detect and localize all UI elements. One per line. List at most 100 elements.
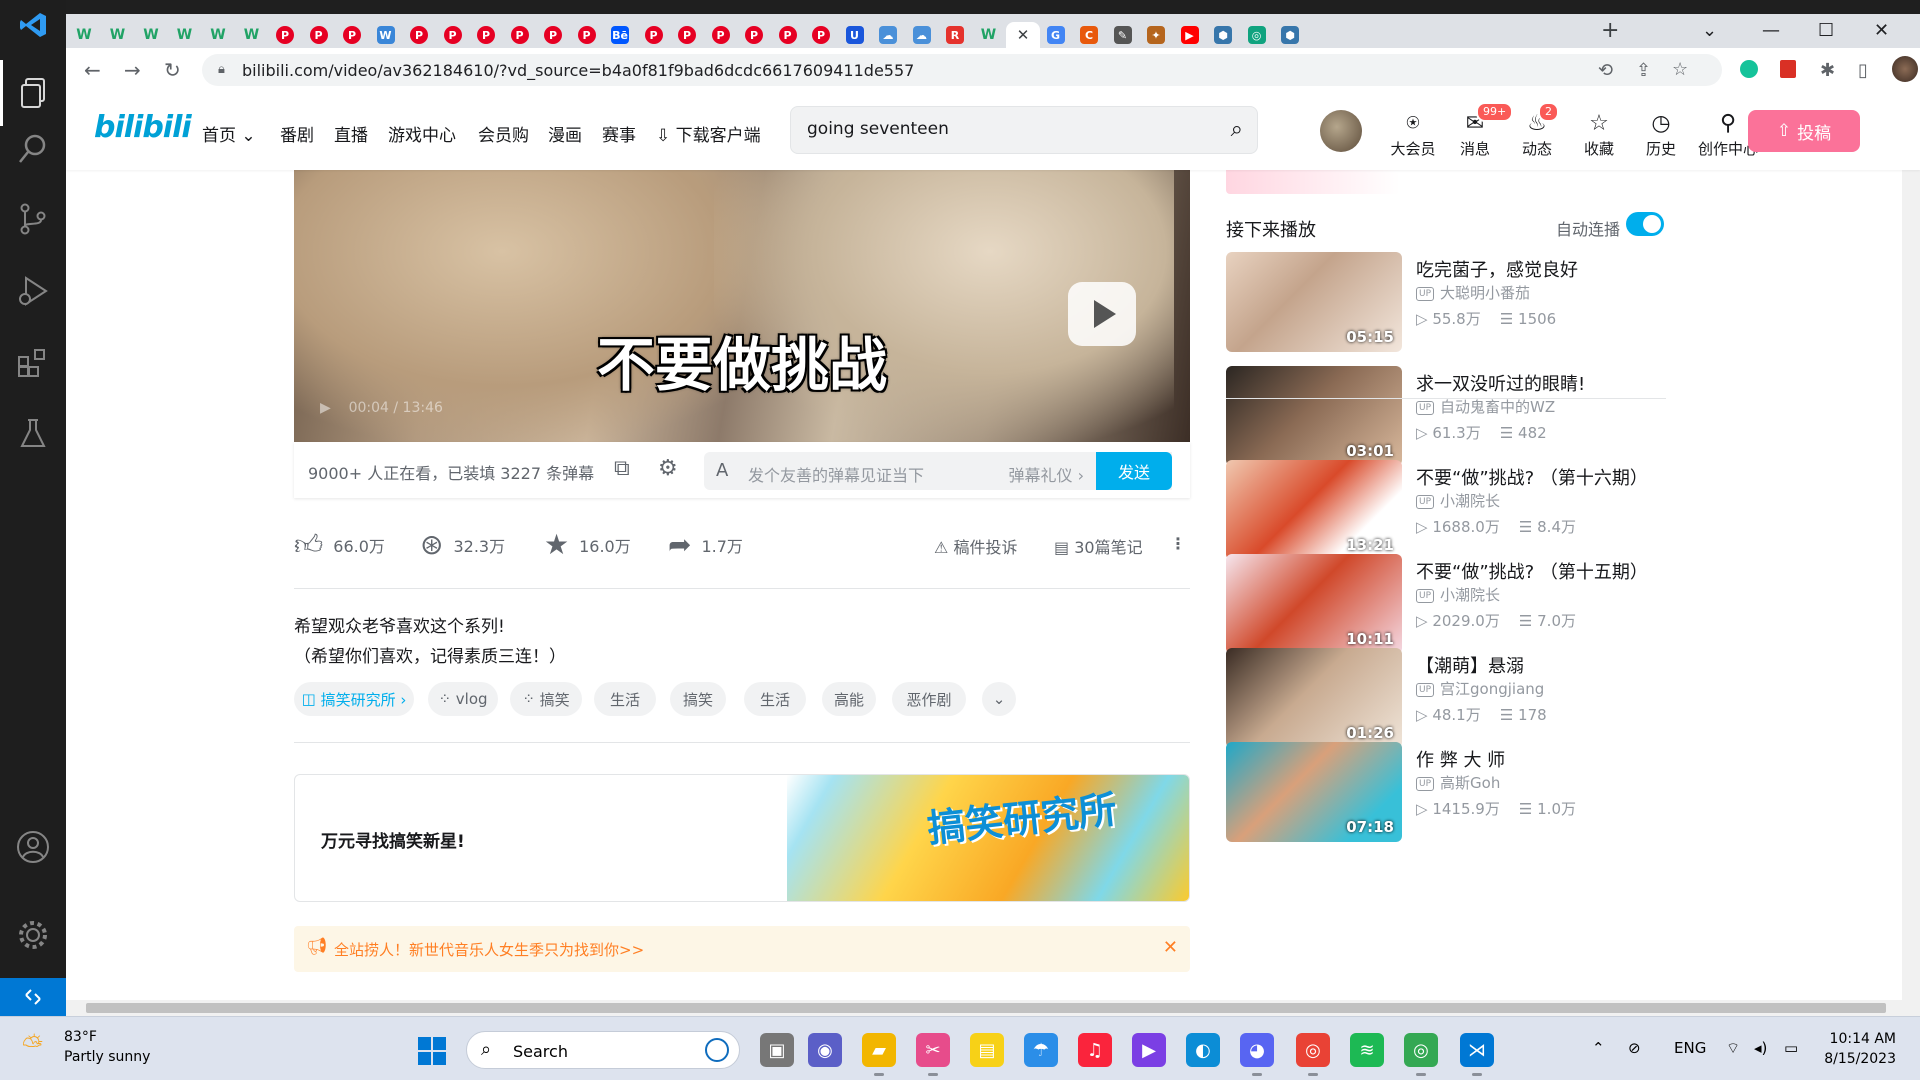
reload-icon[interactable]: ↻ xyxy=(164,58,181,82)
recommend-thumbnail[interactable]: 03:01 xyxy=(1226,366,1402,466)
tab-chatgpt[interactable]: ◎ xyxy=(1241,22,1273,48)
share-button[interactable]: ➦ 1.7万 xyxy=(668,528,743,561)
tab-w[interactable]: W xyxy=(973,22,1005,48)
nav-download-client[interactable]: ⇩ 下载客户端 xyxy=(656,121,761,146)
recommend-item[interactable]: 01:26 【潮萌】悬溺 UP 宫江gongjiang ▷ 48.1万 ☰ 178 xyxy=(1226,648,1666,748)
tab-pinterest[interactable]: P xyxy=(772,22,804,48)
tab-C[interactable]: C xyxy=(1073,22,1105,48)
tab-puzzle[interactable]: ✦ xyxy=(1140,22,1172,48)
search-icon[interactable] xyxy=(0,116,66,182)
recommend-thumbnail[interactable]: 13:21 xyxy=(1226,460,1402,560)
remote-indicator-icon[interactable] xyxy=(0,978,66,1016)
like-button[interactable]: 👍︎ 66.0万 xyxy=(294,528,385,562)
header-dynamic[interactable]: ♨ 动态 2 xyxy=(1510,102,1564,159)
recommend-uploader[interactable]: UP 自动鬼畜中的WZ xyxy=(1416,396,1555,417)
edge-icon[interactable]: ◐ xyxy=(1186,1033,1220,1067)
chrome-icon[interactable]: ◎ xyxy=(1296,1033,1330,1076)
tab-active-close-icon[interactable]: ✕ xyxy=(1006,22,1040,48)
danmaku-send-button[interactable]: 发送 xyxy=(1096,452,1172,490)
play-overlay-icon[interactable] xyxy=(1068,282,1136,346)
tag[interactable]: 恶作剧 xyxy=(892,682,966,716)
tab-cloud[interactable]: ☁ xyxy=(872,22,904,48)
tag-topic[interactable]: ◫ 搞笑研究所 › xyxy=(294,682,414,716)
source-control-icon[interactable] xyxy=(0,186,66,252)
horizontal-scrollbar[interactable] xyxy=(66,1000,1902,1016)
chrome-profile-icon[interactable]: ◎ xyxy=(1404,1033,1438,1076)
tab-youtube[interactable]: ▶ xyxy=(1174,22,1206,48)
tab-w[interactable]: W xyxy=(236,22,268,48)
network-off-icon[interactable]: ⊘ xyxy=(1628,1039,1641,1057)
grammarly-extension-icon[interactable] xyxy=(1740,60,1758,83)
upload-button[interactable]: ⇧ 投稿 xyxy=(1748,110,1860,152)
close-window-icon[interactable]: ✕ xyxy=(1874,20,1889,41)
run-debug-icon[interactable] xyxy=(0,258,66,324)
tab-pinterest[interactable]: P xyxy=(303,22,335,48)
task-view-icon[interactable]: ▣ xyxy=(760,1033,794,1067)
notes-button[interactable]: ▤ 30篇笔记 xyxy=(1054,534,1143,558)
nav-esports[interactable]: 赛事 xyxy=(602,121,636,146)
accounts-icon[interactable] xyxy=(0,814,66,880)
taskbar-search[interactable]: ⌕ Search xyxy=(466,1031,740,1069)
maximize-icon[interactable]: ☐ xyxy=(1818,20,1834,41)
recommend-item[interactable]: 03:01 求一双没听过的眼睛! UP 自动鬼畜中的WZ ▷ 61.3万 ☰ 482 xyxy=(1226,366,1666,466)
language-indicator[interactable]: ENG xyxy=(1674,1039,1706,1057)
recommend-uploader[interactable]: UP 大聪明小番茄 xyxy=(1416,282,1530,303)
recommend-title[interactable]: 吃完菌子，感觉良好 xyxy=(1416,256,1666,282)
tab-pinterest[interactable]: P xyxy=(671,22,703,48)
teams-icon[interactable]: ◉ xyxy=(808,1033,842,1067)
testing-icon[interactable] xyxy=(0,400,66,466)
nav-game-center[interactable]: 游戏中心 xyxy=(388,121,456,146)
recommend-thumbnail[interactable]: 05:15 xyxy=(1226,252,1402,352)
discord-icon[interactable]: ◕ xyxy=(1240,1033,1274,1076)
tab-pinterest[interactable]: P xyxy=(403,22,435,48)
danmaku-style-icon[interactable]: A xyxy=(716,460,728,481)
nav-manga[interactable]: 漫画 xyxy=(548,121,582,146)
wifi-icon[interactable]: ⌔ xyxy=(1726,1039,1740,1058)
player-controls[interactable]: ▶ 00:04 / 13:46 xyxy=(320,400,443,416)
user-avatar[interactable] xyxy=(1320,110,1362,152)
danmaku-settings-icon[interactable]: ⚙ xyxy=(658,456,678,481)
extensions-icon[interactable] xyxy=(0,330,66,396)
tag[interactable]: ⁘ vlog xyxy=(428,682,498,716)
spotify-icon[interactable]: ≋ xyxy=(1350,1033,1384,1067)
recommend-thumbnail[interactable]: 07:18 xyxy=(1226,742,1402,842)
tab-W[interactable]: W xyxy=(370,22,402,48)
tab-w[interactable]: W xyxy=(202,22,234,48)
favorite-button[interactable]: ★ 16.0万 xyxy=(544,528,631,561)
volume-icon[interactable]: ◂) xyxy=(1754,1039,1767,1057)
forward-icon[interactable]: → xyxy=(124,58,141,82)
tab-Bē[interactable]: Bē xyxy=(604,22,636,48)
notice-close-icon[interactable]: ✕ xyxy=(1163,937,1178,958)
extensions-puzzle-icon[interactable]: ✱ xyxy=(1820,60,1835,81)
tab-pinterest[interactable]: P xyxy=(437,22,469,48)
search-icon[interactable]: ⌕ xyxy=(1231,117,1243,142)
recommend-uploader[interactable]: UP 高斯Goh xyxy=(1416,772,1500,793)
notice-text[interactable]: 全站捞人！新世代音乐人女生季只为找到你>> xyxy=(334,939,644,960)
header-favorites[interactable]: ☆ 收藏 xyxy=(1572,112,1626,159)
autoplay-toggle[interactable] xyxy=(1626,212,1664,236)
tag[interactable]: ⁘ 搞笑 xyxy=(510,682,582,716)
recommend-thumbnail[interactable]: 01:26 xyxy=(1226,648,1402,748)
start-button[interactable] xyxy=(418,1037,446,1065)
recommend-item[interactable]: 13:21 不要“做”挑战? （第十六期） UP 小潮院长 ▷ 1688.0万 ☰ 8.… xyxy=(1226,460,1666,560)
tab-pinterest[interactable]: P xyxy=(638,22,670,48)
tab-pinterest[interactable]: P xyxy=(470,22,502,48)
snipping-tool-icon[interactable]: ✂ xyxy=(916,1033,950,1076)
recommend-title[interactable]: 不要“做”挑战? （第十五期） xyxy=(1416,558,1666,584)
weather-app-icon[interactable]: ☂ xyxy=(1024,1033,1058,1067)
recommend-uploader[interactable]: UP 小潮院长 xyxy=(1416,490,1500,511)
tab-w[interactable]: W xyxy=(169,22,201,48)
tag[interactable]: 搞笑 xyxy=(670,682,726,716)
lock-icon[interactable]: 🔒︎ xyxy=(218,62,225,77)
coin-button[interactable]: ⊛ 32.3万 xyxy=(420,528,505,561)
recommend-title[interactable]: 不要“做”挑战? （第十六期） xyxy=(1416,464,1666,490)
tab-w[interactable]: W xyxy=(135,22,167,48)
recommend-thumbnail[interactable]: 10:11 xyxy=(1226,554,1402,654)
report-button[interactable]: ⚠ 稿件投诉 xyxy=(934,534,1017,558)
tag[interactable]: 生活 xyxy=(744,682,806,716)
recommend-item[interactable]: 05:15 吃完菌子，感觉良好 UP 大聪明小番茄 ▷ 55.8万 ☰ 1506 xyxy=(1226,252,1666,352)
nav-anime[interactable]: 番剧 xyxy=(280,121,314,146)
video-player[interactable]: 不要做挑战 ▶ 00:04 / 13:46 xyxy=(294,170,1190,442)
header-vip[interactable]: ⍟ 大会员 xyxy=(1386,112,1440,159)
nav-mall[interactable]: 会员购 xyxy=(478,121,529,146)
